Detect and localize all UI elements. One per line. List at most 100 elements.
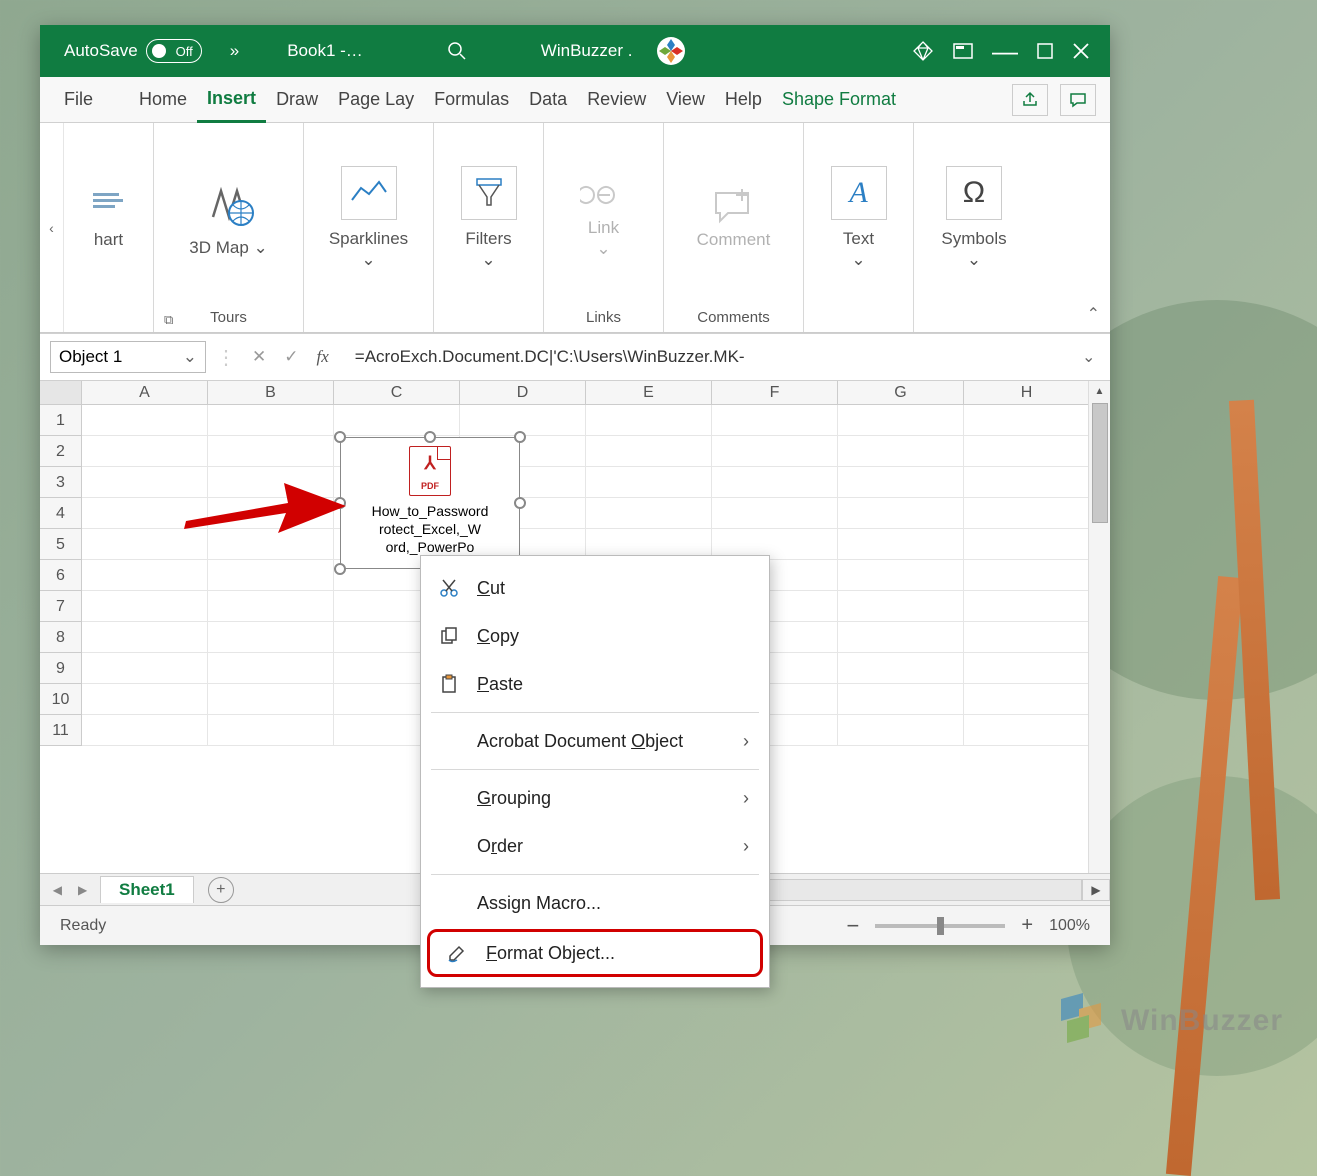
row-11[interactable]: 11 xyxy=(40,715,82,746)
tab-help[interactable]: Help xyxy=(715,77,772,122)
sparkline-icon xyxy=(349,178,389,208)
row-4[interactable]: 4 xyxy=(40,498,82,529)
ctx-grouping[interactable]: Grouping › xyxy=(421,774,769,822)
col-g[interactable]: G xyxy=(838,381,964,404)
col-h[interactable]: H xyxy=(964,381,1090,404)
3d-map-button[interactable]: 3D Map ⌄ xyxy=(179,171,278,264)
chart-partial-button[interactable]: hart xyxy=(79,179,139,256)
col-a[interactable]: A xyxy=(82,381,208,404)
share-button[interactable] xyxy=(1012,84,1048,116)
resize-handle[interactable] xyxy=(424,431,436,443)
titlebar: AutoSave Off » Book1 -… WinBuzzer . — xyxy=(40,25,1110,77)
row-2[interactable]: 2 xyxy=(40,436,82,467)
embedded-pdf-object[interactable]: ⅄ PDF How_to_Password rotect_Excel,_W or… xyxy=(340,437,520,569)
ctx-copy[interactable]: Copy xyxy=(421,612,769,660)
text-button[interactable]: A Text⌄ xyxy=(821,160,897,277)
filters-button[interactable]: Filters⌄ xyxy=(451,160,527,277)
zoom-in-button[interactable]: + xyxy=(1021,914,1033,937)
col-b[interactable]: B xyxy=(208,381,334,404)
symbols-button[interactable]: Ω Symbols⌄ xyxy=(931,160,1016,277)
row-3[interactable]: 3 xyxy=(40,467,82,498)
tab-data[interactable]: Data xyxy=(519,77,577,122)
tab-shape-format[interactable]: Shape Format xyxy=(772,77,906,122)
col-c[interactable]: C xyxy=(334,381,460,404)
tab-home[interactable]: Home xyxy=(129,77,197,122)
row-7[interactable]: 7 xyxy=(40,591,82,622)
ribbon-nav-left[interactable]: ‹ xyxy=(40,123,64,332)
tab-draw[interactable]: Draw xyxy=(266,77,328,122)
zoom-slider[interactable] xyxy=(875,924,1005,928)
search-button[interactable] xyxy=(433,25,481,77)
cancel-formula-icon[interactable]: ✕ xyxy=(252,347,266,367)
resize-handle[interactable] xyxy=(514,497,526,509)
more-icon[interactable]: ⋮ xyxy=(216,345,236,370)
separator xyxy=(431,769,759,770)
ribbon-display-icon[interactable] xyxy=(952,40,974,62)
add-sheet-button[interactable]: + xyxy=(208,877,234,903)
ctx-paste[interactable]: Paste xyxy=(421,660,769,708)
ctx-cut[interactable]: Cut xyxy=(421,564,769,612)
resize-handle[interactable] xyxy=(514,431,526,443)
sheet-tab-1[interactable]: Sheet1 xyxy=(100,876,194,903)
vertical-scrollbar[interactable]: ▲ xyxy=(1088,381,1110,873)
close-button[interactable] xyxy=(1072,42,1090,60)
pdf-file-icon: ⅄ PDF xyxy=(409,446,451,496)
ctx-order[interactable]: Order › xyxy=(421,822,769,870)
select-all-cell[interactable] xyxy=(40,381,82,404)
expand-formulabar-icon[interactable]: ⌄ xyxy=(1082,347,1100,367)
zoom-thumb[interactable] xyxy=(937,917,944,935)
row-8[interactable]: 8 xyxy=(40,622,82,653)
col-e[interactable]: E xyxy=(586,381,712,404)
autosave-switch[interactable]: Off xyxy=(146,39,202,63)
account-avatar[interactable] xyxy=(642,25,700,77)
sparklines-button[interactable]: Sparklines⌄ xyxy=(319,160,418,277)
copy-icon xyxy=(437,626,461,646)
group-label-tours: Tours xyxy=(210,305,247,328)
qat-overflow[interactable]: » xyxy=(216,25,253,77)
col-d[interactable]: D xyxy=(460,381,586,404)
status-ready: Ready xyxy=(60,917,106,935)
scissors-icon xyxy=(437,578,461,598)
ctx-acrobat-object[interactable]: Acrobat Document Object › xyxy=(421,717,769,765)
fx-label[interactable]: fx xyxy=(317,347,329,367)
scroll-up-icon[interactable]: ▲ xyxy=(1089,381,1110,401)
autosave-toggle[interactable]: AutoSave Off xyxy=(64,39,202,63)
tab-view[interactable]: View xyxy=(656,77,715,122)
document-name: Book1 -… xyxy=(277,41,373,61)
row-9[interactable]: 9 xyxy=(40,653,82,684)
hscroll-right[interactable]: ▶ xyxy=(1082,879,1110,901)
tab-file[interactable]: File xyxy=(54,77,103,122)
diamond-icon[interactable] xyxy=(912,40,934,62)
collapse-ribbon-icon[interactable]: ⌃ xyxy=(1087,304,1100,324)
row-6[interactable]: 6 xyxy=(40,560,82,591)
chevron-down-icon[interactable]: ⌄ xyxy=(183,347,197,367)
name-box[interactable]: Object 1 ⌄ xyxy=(50,341,206,373)
account-name[interactable]: WinBuzzer . xyxy=(531,41,643,61)
comments-button[interactable] xyxy=(1060,84,1096,116)
resize-handle[interactable] xyxy=(334,563,346,575)
row-1[interactable]: 1 xyxy=(40,405,82,436)
ribbon-tabs: File Home Insert Draw Page Lay Formulas … xyxy=(40,77,1110,123)
chevron-right-icon: › xyxy=(743,731,749,752)
row-10[interactable]: 10 xyxy=(40,684,82,715)
ctx-assign-macro[interactable]: Assign Macro... xyxy=(421,879,769,927)
col-f[interactable]: F xyxy=(712,381,838,404)
tab-review[interactable]: Review xyxy=(577,77,656,122)
watermark-text: WinBuzzer xyxy=(1121,1004,1283,1038)
tab-page-layout[interactable]: Page Lay xyxy=(328,77,424,122)
tab-insert[interactable]: Insert xyxy=(197,78,266,123)
zoom-level[interactable]: 100% xyxy=(1049,917,1090,935)
group-label-sparklines xyxy=(366,305,370,328)
ribbon-launcher-icon[interactable]: ⧉ xyxy=(164,312,173,328)
formula-input[interactable]: =AcroExch.Document.DC|'C:\Users\WinBuzze… xyxy=(345,347,1072,367)
zoom-out-button[interactable]: − xyxy=(847,913,860,939)
scroll-thumb[interactable] xyxy=(1092,403,1108,523)
row-5[interactable]: 5 xyxy=(40,529,82,560)
embedded-caption: How_to_Password rotect_Excel,_W ord,_Pow… xyxy=(372,502,489,557)
resize-handle[interactable] xyxy=(334,431,346,443)
sheet-nav[interactable]: ◀▶ xyxy=(40,883,100,897)
tab-formulas[interactable]: Formulas xyxy=(424,77,519,122)
maximize-button[interactable] xyxy=(1036,42,1054,60)
ctx-format-object[interactable]: Format Object... xyxy=(427,929,763,977)
enter-formula-icon[interactable]: ✓ xyxy=(284,347,298,367)
